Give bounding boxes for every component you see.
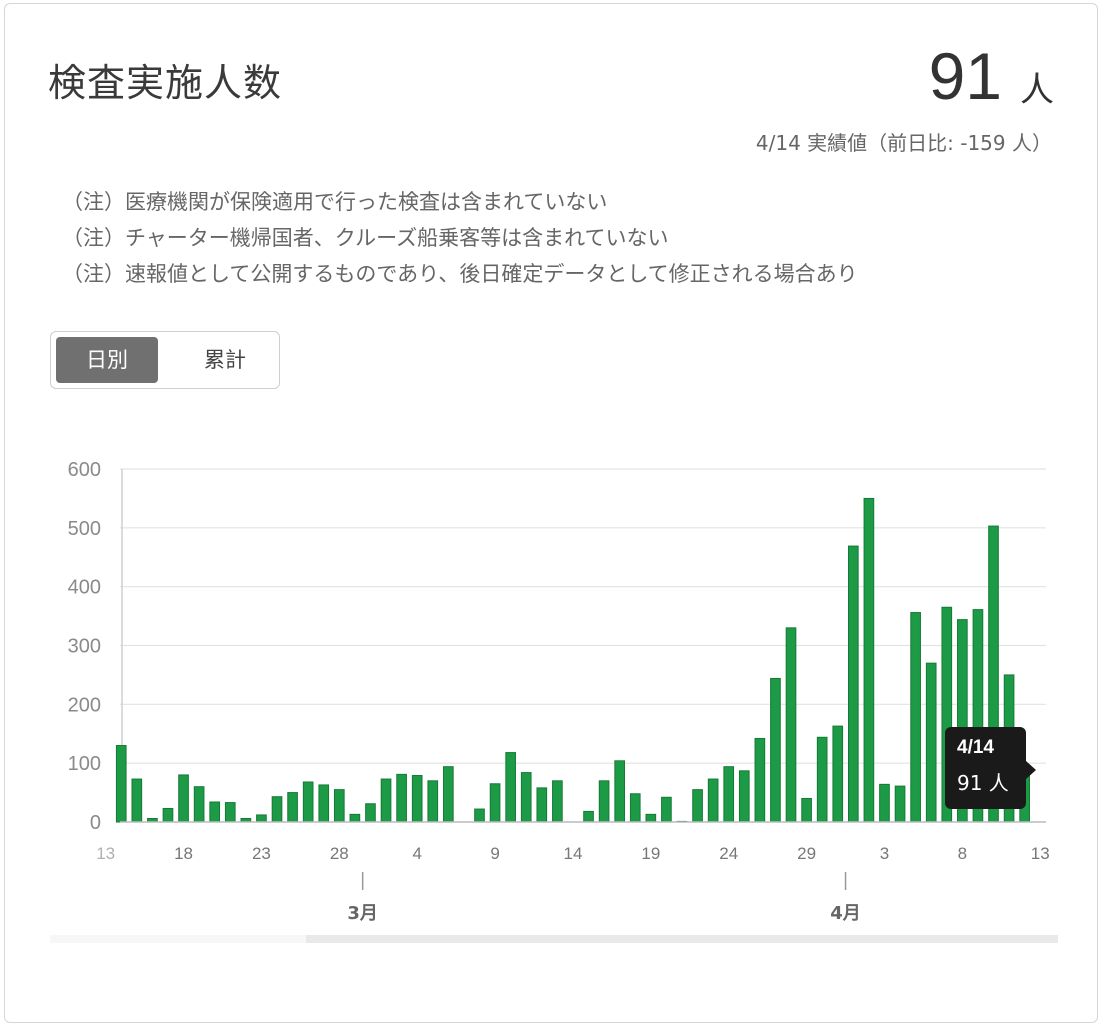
bar: [256, 814, 267, 823]
bar: [318, 784, 330, 823]
bar: [707, 778, 719, 823]
bar: [380, 778, 392, 823]
y-tick-label: 400: [68, 577, 101, 599]
y-tick-label: 100: [68, 753, 101, 775]
y-tick-label: 500: [68, 518, 101, 540]
x-tick-label: 19: [641, 844, 660, 863]
bar: [925, 662, 937, 823]
bar: [443, 766, 454, 823]
bar: [365, 803, 376, 823]
x-tick-label: 4: [412, 844, 421, 863]
bar: [816, 736, 828, 823]
bar: [645, 813, 657, 823]
y-tick-label: 200: [68, 694, 101, 716]
chart-scrollbar-thumb-gap: [50, 935, 306, 943]
month-label: 4月: [830, 903, 861, 924]
x-tick-label: 24: [719, 844, 738, 863]
bar: [894, 785, 906, 823]
tooltip-date: 4/14: [957, 737, 994, 758]
bar: [209, 801, 221, 823]
bar: [770, 677, 781, 823]
x-tick-label: 9: [490, 844, 499, 863]
bar: [411, 775, 423, 823]
bar: [552, 780, 563, 823]
bar: [583, 810, 594, 823]
x-tick-label: 13: [1031, 844, 1050, 863]
bar: [115, 745, 127, 823]
bar: [224, 802, 236, 823]
bar: [349, 813, 361, 823]
bar: [162, 807, 174, 823]
y-tick-label: 300: [68, 636, 101, 658]
bar: [193, 786, 205, 823]
bar: [629, 793, 641, 823]
bar-tooltip: 4/14 91 人: [945, 727, 1036, 809]
x-tick-label: 8: [958, 844, 967, 863]
bar: [302, 781, 314, 823]
bar: [785, 627, 797, 823]
bar: [614, 760, 626, 823]
bar: [910, 612, 921, 823]
x-tick-label: 29: [797, 844, 816, 863]
bar: [692, 789, 703, 823]
bar: [505, 752, 516, 823]
bar: [271, 796, 283, 823]
tooltip-value: 91 人: [957, 771, 1009, 795]
bar: [131, 778, 143, 823]
bar: [333, 789, 345, 823]
bar: [178, 774, 189, 823]
x-tick-label: 14: [563, 844, 582, 863]
bar: [661, 796, 672, 823]
x-tick-label: 28: [330, 844, 349, 863]
bar: [474, 808, 485, 823]
bar: [520, 772, 532, 823]
bar: [598, 780, 610, 823]
bar: [738, 770, 750, 823]
x-tick-label: 3: [880, 844, 889, 863]
bar: [427, 780, 439, 823]
bar: [396, 773, 407, 823]
month-label: 3月: [347, 903, 378, 924]
x-tick-label: 18: [174, 844, 193, 863]
bar: [754, 737, 766, 823]
bar: [536, 787, 548, 823]
x-tick-label: 23: [252, 844, 271, 863]
y-tick-label: 0: [90, 812, 101, 834]
bar: [847, 545, 859, 823]
bar: [489, 783, 501, 823]
bar-chart: 0 100 200 300 400 500 600 13 18 23 28 4 9 14 19 24 29 3 8 1…: [68, 459, 1050, 924]
bar: [723, 766, 735, 823]
bar: [801, 797, 812, 823]
bar: [832, 725, 844, 823]
bar: [287, 792, 298, 823]
y-tick-label: 600: [68, 459, 101, 481]
bar: [863, 497, 875, 823]
x-tick-label: 13: [96, 844, 115, 863]
bar: [879, 783, 890, 823]
